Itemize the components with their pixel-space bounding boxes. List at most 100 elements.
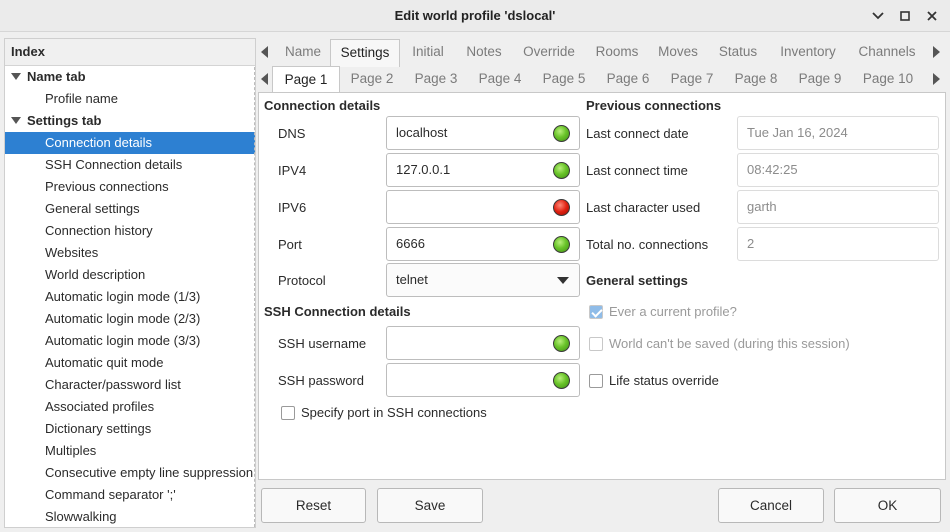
status-ok-icon: [553, 125, 570, 142]
ok-button[interactable]: OK: [834, 488, 941, 523]
tab-moves[interactable]: Moves: [648, 38, 708, 66]
ssh-password-label: SSH password: [278, 373, 364, 388]
page-tab-7[interactable]: Page 7: [660, 66, 724, 92]
port-field[interactable]: 6666: [386, 227, 580, 261]
page-tab-1[interactable]: Page 1: [272, 66, 340, 92]
status-ok-icon: [553, 236, 570, 253]
index-panel: Index Name tab Profile name Settings tab…: [4, 38, 256, 528]
settings-page-content: Connection details DNS localhost IPV4 12…: [258, 92, 946, 480]
page-tab-8[interactable]: Page 8: [724, 66, 788, 92]
reset-button[interactable]: Reset: [261, 488, 366, 523]
maximize-icon[interactable]: [895, 6, 915, 26]
last-connect-time-field: 08:42:25: [737, 153, 939, 187]
tree-item-world-description[interactable]: World description: [5, 264, 255, 286]
window-title: Edit world profile 'dslocal': [394, 8, 556, 23]
tab-status[interactable]: Status: [708, 38, 768, 66]
tree-item-dictionary-settings[interactable]: Dictionary settings: [5, 418, 255, 440]
tree-item-character-password-list[interactable]: Character/password list: [5, 374, 255, 396]
ssh-details-heading: SSH Connection details: [264, 304, 411, 319]
main-tabbar: Name Settings Initial Notes Override Roo…: [258, 38, 948, 67]
tree-item-multiples[interactable]: Multiples: [5, 440, 255, 462]
tree-item-general-settings[interactable]: General settings: [5, 198, 255, 220]
tree-item-auto-login-2[interactable]: Automatic login mode (2/3): [5, 308, 255, 330]
port-label: Port: [278, 237, 302, 252]
status-ok-icon: [553, 162, 570, 179]
previous-connections-heading: Previous connections: [586, 98, 722, 113]
checkbox-box[interactable]: [589, 373, 603, 388]
checkbox-box: [589, 304, 603, 319]
current-profile-checkbox: Ever a current profile?: [589, 304, 737, 319]
cancel-button[interactable]: Cancel: [718, 488, 824, 523]
ssh-username-field[interactable]: [386, 326, 580, 360]
close-icon[interactable]: [922, 6, 942, 26]
tab-override[interactable]: Override: [512, 38, 586, 66]
tab-notes[interactable]: Notes: [456, 38, 512, 66]
tree-item-previous-connections[interactable]: Previous connections: [5, 176, 255, 198]
status-ok-icon: [553, 372, 570, 389]
checkbox-box: [589, 336, 603, 351]
status-error-icon: [553, 199, 570, 216]
tab-channels[interactable]: Channels: [848, 38, 926, 66]
connection-details-heading: Connection details: [264, 98, 381, 113]
page-tab-3[interactable]: Page 3: [404, 66, 468, 92]
title-bar: Edit world profile 'dslocal': [0, 0, 950, 32]
dns-field[interactable]: localhost: [386, 116, 580, 150]
cant-save-checkbox: World can't be saved (during this sessio…: [589, 336, 850, 351]
page-tab-6[interactable]: Page 6: [596, 66, 660, 92]
tree-item-connection-history[interactable]: Connection history: [5, 220, 255, 242]
chevron-down-icon[interactable]: [868, 6, 888, 26]
expand-arrow-icon[interactable]: [11, 73, 21, 80]
last-connect-date-field: Tue Jan 16, 2024: [737, 116, 939, 150]
page-tab-9[interactable]: Page 9: [788, 66, 852, 92]
tree-item-associated-profiles[interactable]: Associated profiles: [5, 396, 255, 418]
tree-item-auto-login-3[interactable]: Automatic login mode (3/3): [5, 330, 255, 352]
tab-scroll-left-icon[interactable]: [261, 46, 268, 58]
last-character-label: Last character used: [586, 200, 701, 215]
ssh-password-field[interactable]: [386, 363, 580, 397]
chevron-down-icon: [557, 277, 569, 284]
tab-inventory[interactable]: Inventory: [768, 38, 848, 66]
page-tab-5[interactable]: Page 5: [532, 66, 596, 92]
tree-item-auto-login-1[interactable]: Automatic login mode (1/3): [5, 286, 255, 308]
save-button[interactable]: Save: [377, 488, 483, 523]
tab-scroll-right-icon[interactable]: [933, 46, 940, 58]
ipv6-label: IPV6: [278, 200, 307, 215]
splitter-handle[interactable]: [254, 67, 255, 527]
checkbox-box[interactable]: [281, 405, 295, 420]
page-tab-4[interactable]: Page 4: [468, 66, 532, 92]
specify-port-checkbox[interactable]: Specify port in SSH connections: [281, 405, 487, 420]
protocol-label: Protocol: [278, 273, 326, 288]
tab-initial[interactable]: Initial: [400, 38, 456, 66]
total-connections-label: Total no. connections: [586, 237, 709, 252]
page-tab-10[interactable]: Page 10: [852, 66, 924, 92]
tree-item-websites[interactable]: Websites: [5, 242, 255, 264]
tree-item-connection-details[interactable]: Connection details: [5, 132, 255, 154]
tab-settings[interactable]: Settings: [330, 39, 400, 67]
ssh-username-label: SSH username: [278, 336, 367, 351]
dns-label: DNS: [278, 126, 306, 141]
last-character-field: garth: [737, 190, 939, 224]
life-status-override-checkbox[interactable]: Life status override: [589, 373, 719, 388]
page-tabbar: Page 1 Page 2 Page 3 Page 4 Page 5 Page …: [258, 66, 948, 92]
total-connections-field: 2: [737, 227, 939, 261]
expand-arrow-icon[interactable]: [11, 117, 21, 124]
protocol-select[interactable]: telnet: [386, 263, 580, 297]
last-connect-time-label: Last connect time: [586, 163, 688, 178]
page-scroll-left-icon[interactable]: [261, 73, 268, 85]
ipv6-field[interactable]: [386, 190, 580, 224]
tab-name[interactable]: Name: [276, 38, 330, 66]
tree-item-profile-name[interactable]: Profile name: [5, 88, 255, 110]
tab-rooms[interactable]: Rooms: [586, 38, 648, 66]
tree-item-name-tab[interactable]: Name tab: [5, 66, 255, 88]
page-scroll-right-icon[interactable]: [933, 73, 940, 85]
tree-item-empty-line-suppression[interactable]: Consecutive empty line suppression: [5, 462, 255, 484]
tree-item-auto-quit[interactable]: Automatic quit mode: [5, 352, 255, 374]
tree-item-settings-tab[interactable]: Settings tab: [5, 110, 255, 132]
tree-item-slowwalking[interactable]: Slowwalking: [5, 506, 255, 527]
ipv4-field[interactable]: 127.0.0.1: [386, 153, 580, 187]
status-ok-icon: [553, 335, 570, 352]
tree-item-ssh-connection-details[interactable]: SSH Connection details: [5, 154, 255, 176]
tree-item-command-separator[interactable]: Command separator ';': [5, 484, 255, 506]
index-header: Index: [5, 39, 255, 66]
page-tab-2[interactable]: Page 2: [340, 66, 404, 92]
